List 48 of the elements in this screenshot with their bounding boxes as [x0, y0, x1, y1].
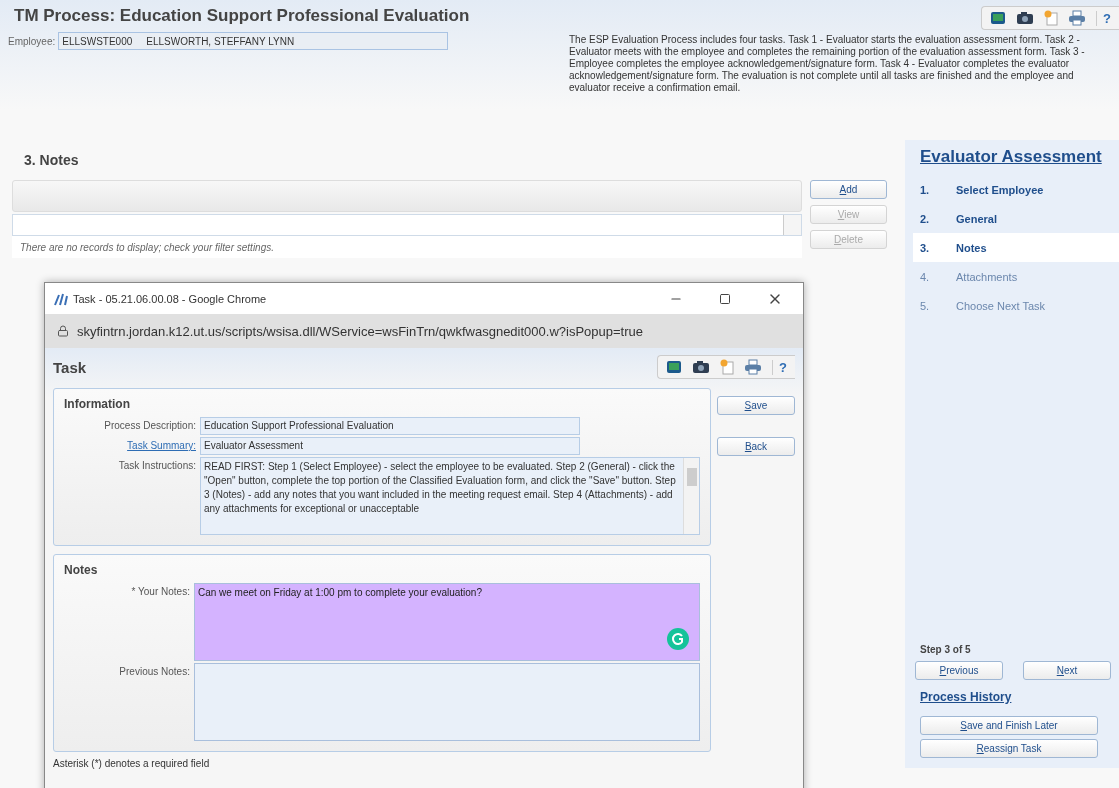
action-button[interactable]: Reassign Task — [920, 739, 1098, 758]
camera-icon[interactable] — [1016, 11, 1035, 25]
maximize-icon[interactable] — [719, 292, 731, 305]
sidebar-title-link[interactable]: Evaluator Assessment — [913, 144, 1119, 169]
panel-heading: Notes — [64, 563, 99, 577]
notes-field[interactable]: Can we meet on Friday at 1:00 pm to complete your evaluation? — [193, 583, 700, 661]
printer-icon[interactable] — [744, 359, 763, 375]
app-icon — [53, 291, 69, 306]
field-label: * Your Notes: — [130, 585, 190, 597]
grid-button[interactable]: Add — [810, 180, 887, 199]
panel-heading: Information — [64, 397, 131, 411]
process-history-link[interactable]: Process History — [920, 690, 1119, 704]
previous-notes-field[interactable] — [193, 663, 700, 741]
section-title: 3. Notes — [23, 152, 80, 170]
field-value: Evaluator Assessment — [200, 437, 580, 455]
help-button[interactable]: ? — [1096, 10, 1111, 26]
monitor-icon[interactable] — [990, 11, 1007, 25]
action-button[interactable]: Save and Finish Later — [920, 716, 1098, 735]
instructions-text: READ FIRST: Step 1 (Select Employee) - select the employee to be evaluated. Step 2 (General) - click the "Open" button, complete the top portion of the Classified Evaluation form, and click the "Save" button. Step 3 (Notes) - add any notes that you want included in the meeting request email. Step 4 (Attachments) - add any attachments for exceptional or unacceptable — [203, 460, 677, 516]
lock-icon — [57, 325, 69, 337]
page-title: TM Process: Education Support Professional Evaluation — [13, 6, 470, 26]
process-description: The ESP Evaluation Process includes four tasks. Task 1 - Evaluator starts the evaluation assessment form. Task 2 - Evaluator meets with the employee and completes the remaining portion of the evaluation assessment form. Task 3 - Employee completes the employee acknowledgement/signature form. Task 4 - Evaluator completes the evaluator acknowledgement/signature form. The evaluation is not complete until all tasks are finished and the employee and evaluator receive a confirmation email. — [569, 34, 1086, 94]
popup-button[interactable]: Save — [717, 396, 795, 415]
help-button[interactable]: ? — [772, 359, 787, 375]
empty-message: There are no records to display; check your filter settings. — [20, 241, 274, 253]
step-item[interactable]: 2. General — [913, 204, 1119, 233]
monitor-icon[interactable] — [666, 360, 683, 374]
task-title: Task — [53, 358, 87, 376]
field-label: Previous Notes: — [118, 665, 190, 677]
grammar-icon[interactable] — [667, 628, 689, 650]
field-label-link[interactable]: Task Summary: — [64, 437, 196, 451]
scroll-thumb[interactable] — [686, 468, 697, 486]
scrollbar[interactable] — [683, 458, 699, 534]
camera-icon[interactable] — [692, 360, 711, 374]
employee-label: Employee: — [8, 35, 56, 47]
nav-button[interactable]: Next — [1023, 661, 1111, 680]
required-note: Asterisk (*) denotes a required field — [53, 757, 211, 769]
printer-icon[interactable] — [1068, 10, 1087, 26]
field-label: Process Description: — [103, 419, 196, 431]
window-title: Task - 05.21.06.00.08 - Google Chrome — [73, 292, 267, 305]
step-item[interactable]: 3. Notes — [913, 233, 1119, 262]
nav-button[interactable]: Previous — [915, 661, 1003, 680]
popup-button[interactable]: Back — [717, 437, 795, 456]
employee-field: ELLSWSTE000 ELLSWORTH, STEFFANY LYNN — [58, 32, 449, 50]
step-status: Step 3 of 5 — [919, 644, 972, 655]
field-label: Task Instructions: — [117, 459, 196, 471]
field-value: Education Support Professional Evaluation — [200, 417, 580, 435]
step-item[interactable]: 1. Select Employee — [913, 175, 1119, 204]
